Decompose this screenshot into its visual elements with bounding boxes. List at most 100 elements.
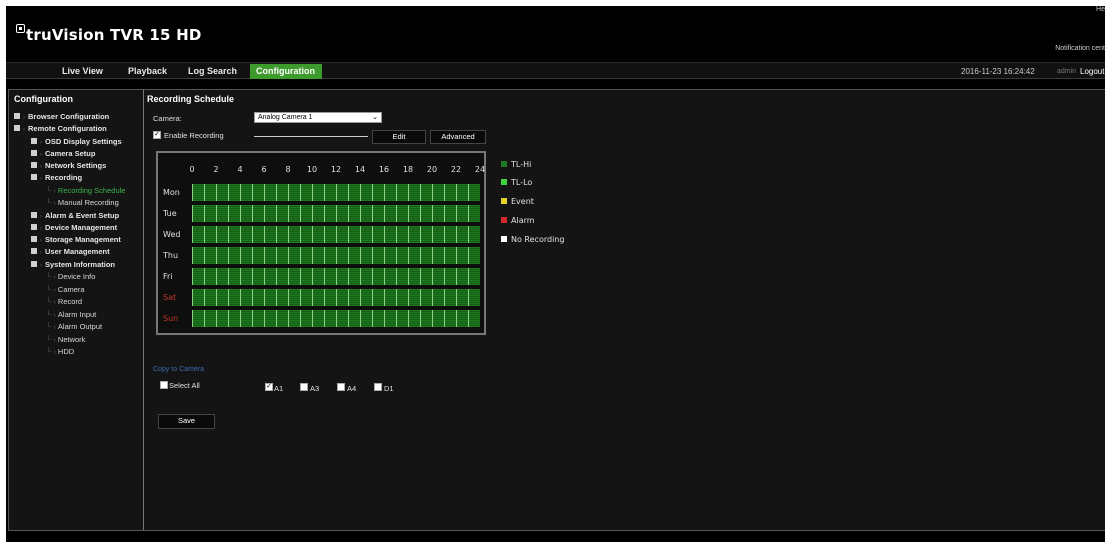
color-swatch-icon [501, 198, 507, 204]
help-link[interactable]: He [1096, 6, 1105, 13]
schedule-row-sat[interactable] [192, 289, 480, 306]
hour-label: 6 [261, 165, 267, 174]
expand-icon[interactable] [31, 138, 37, 144]
schedule-slider[interactable] [254, 136, 368, 137]
save-button[interactable]: Save [158, 414, 215, 429]
chevron-right-icon: › [40, 214, 42, 220]
tab-log-search[interactable]: Log Search [182, 64, 243, 79]
legend-tl-lo: TL-Lo [501, 178, 532, 187]
sidebar-item-record[interactable]: └ › Record [46, 297, 82, 307]
sidebar-item-manual-recording[interactable]: └ › Manual Recording [46, 198, 119, 208]
enable-recording-checkbox[interactable]: ✓ [153, 131, 161, 139]
collapse-icon[interactable] [31, 261, 37, 267]
sidebar-item-system-information[interactable]: › System Information [31, 260, 115, 271]
hour-label: 24 [474, 165, 486, 174]
expand-icon[interactable] [31, 212, 37, 218]
chevron-right-icon: › [40, 238, 42, 244]
day-label-wed: Wed [163, 230, 181, 239]
hour-label: 0 [189, 165, 195, 174]
camera-select[interactable]: Analog Camera 1 ⌄ [254, 112, 382, 123]
camera-a3-checkbox[interactable] [300, 383, 308, 391]
sidebar-item-recording-schedule[interactable]: └ › Recording Schedule [46, 186, 125, 196]
select-all-label: Select All [169, 381, 200, 390]
sidebar-item-alarm-output[interactable]: └ › Alarm Output [46, 322, 102, 332]
color-swatch-icon [501, 217, 507, 223]
expand-icon[interactable] [31, 224, 37, 230]
expand-icon[interactable] [31, 236, 37, 242]
notification-center-link[interactable]: Notification cent [1055, 45, 1105, 52]
legend-alarm: Alarm [501, 216, 535, 225]
sidebar-item-camera-setup[interactable]: › Camera Setup [31, 149, 95, 160]
recording-schedule-grid: 0 2 4 6 8 10 12 14 16 18 20 22 24 Mon Tu… [156, 151, 486, 335]
day-label-tue: Tue [163, 209, 177, 218]
sidebar-item-browser-configuration[interactable]: › Browser Configuration [14, 112, 109, 123]
app-window: truVision TVR 15 HD He Notification cent… [6, 6, 1105, 542]
sidebar-item-user-management[interactable]: › User Management [31, 247, 110, 258]
sidebar-title: Configuration [14, 94, 73, 104]
chevron-right-icon: › [40, 164, 42, 170]
chevron-right-icon: › [40, 226, 42, 232]
camera-label: Camera: [153, 114, 182, 123]
sidebar-item-storage-management[interactable]: › Storage Management [31, 235, 121, 246]
sidebar-item-network[interactable]: └ › Network [46, 335, 85, 345]
expand-icon[interactable] [31, 248, 37, 254]
camera-a1-checkbox[interactable]: ✓ [265, 383, 273, 391]
color-swatch-icon [501, 236, 507, 242]
enable-recording-label: Enable Recording [164, 131, 224, 140]
copy-to-camera-title: Copy to Camera [153, 366, 204, 373]
collapse-icon[interactable] [31, 174, 37, 180]
schedule-row-fri[interactable] [192, 268, 480, 285]
day-label-fri: Fri [163, 272, 173, 281]
color-swatch-icon [501, 161, 507, 167]
camera-a4-label: A4 [347, 384, 357, 393]
sidebar-item-recording[interactable]: › Recording [31, 173, 82, 184]
schedule-row-thu[interactable] [192, 247, 480, 264]
schedule-row-tue[interactable] [192, 205, 480, 222]
advanced-button[interactable]: Advanced [430, 130, 486, 144]
hour-label: 22 [450, 165, 462, 174]
legend-no-recording: No Recording [501, 235, 564, 244]
collapse-icon[interactable] [14, 125, 20, 131]
chevron-down-icon: ⌄ [372, 114, 378, 121]
chevron-right-icon: › [40, 263, 42, 269]
page-title: Recording Schedule [147, 94, 235, 104]
camera-d1-label: D1 [384, 384, 394, 393]
schedule-row-wed[interactable] [192, 226, 480, 243]
hour-label: 14 [354, 165, 366, 174]
camera-d1-checkbox[interactable] [374, 383, 382, 391]
camera-a1-label: A1 [274, 384, 284, 393]
sidebar-item-camera[interactable]: └ › Camera [46, 285, 85, 295]
main-panel: Recording Schedule Camera: Analog Camera… [144, 89, 1105, 531]
day-label-sat: Sat [163, 293, 177, 302]
sidebar-item-device-info[interactable]: └ › Device Info [46, 272, 95, 282]
brand-logo: truVision TVR 15 HD [16, 24, 202, 44]
hour-label: 8 [285, 165, 291, 174]
hour-label: 2 [213, 165, 219, 174]
expand-icon[interactable] [31, 162, 37, 168]
tab-configuration[interactable]: Configuration [250, 64, 322, 79]
sidebar-item-alarm-input[interactable]: └ › Alarm Input [46, 310, 96, 320]
tab-playback[interactable]: Playback [122, 64, 173, 79]
sidebar-item-device-management[interactable]: › Device Management [31, 223, 117, 234]
expand-icon[interactable] [31, 150, 37, 156]
legend-event: Event [501, 197, 534, 206]
sidebar-item-alarm-event-setup[interactable]: › Alarm & Event Setup [31, 211, 119, 222]
sidebar-item-osd-display-settings[interactable]: › OSD Display Settings [31, 137, 122, 148]
sidebar-item-hdd[interactable]: └ › HDD [46, 347, 74, 357]
chevron-right-icon: › [40, 140, 42, 146]
expand-icon[interactable] [14, 113, 20, 119]
color-swatch-icon [501, 179, 507, 185]
chevron-right-icon: › [23, 115, 25, 121]
logout-link[interactable]: Logout [1080, 63, 1104, 80]
schedule-row-sun[interactable] [192, 310, 480, 327]
day-label-thu: Thu [163, 251, 179, 260]
edit-button[interactable]: Edit [372, 130, 426, 144]
day-label-mon: Mon [163, 188, 180, 197]
hour-label: 20 [426, 165, 438, 174]
select-all-checkbox[interactable] [160, 381, 168, 389]
tab-live-view[interactable]: Live View [56, 64, 109, 79]
sidebar-item-network-settings[interactable]: › Network Settings [31, 161, 106, 172]
schedule-row-mon[interactable] [192, 184, 480, 201]
camera-a4-checkbox[interactable] [337, 383, 345, 391]
sidebar-item-remote-configuration[interactable]: › Remote Configuration [14, 124, 107, 135]
